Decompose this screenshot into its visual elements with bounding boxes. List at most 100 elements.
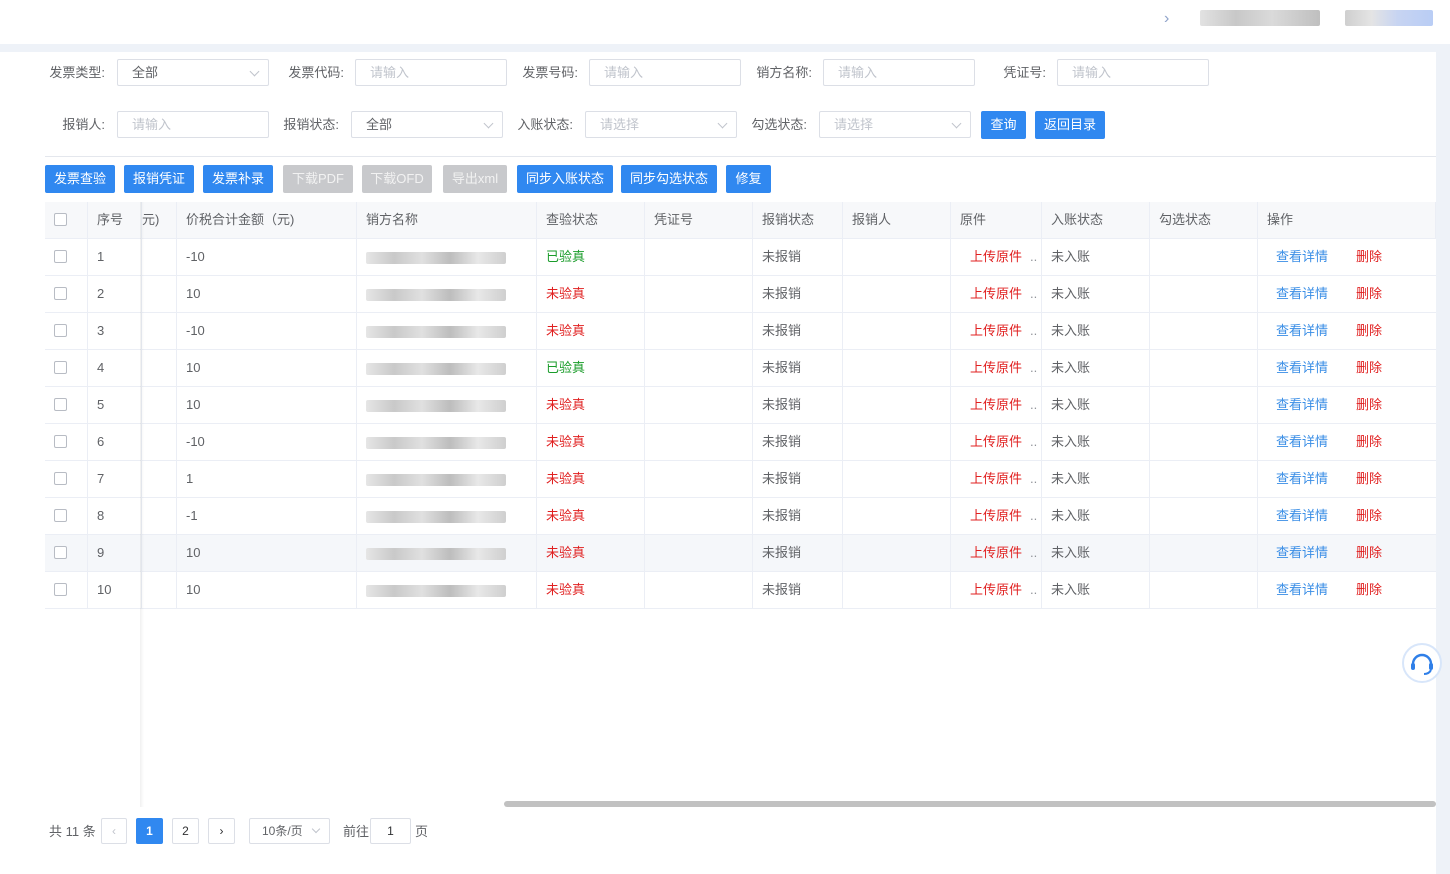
check-select-status-cell: [1150, 498, 1258, 534]
check-status-cell: 未验真: [537, 535, 645, 571]
prev-page-button[interactable]: ‹: [101, 818, 127, 844]
view-details-link[interactable]: 查看详情: [1276, 360, 1328, 375]
filter-value: 全部: [366, 117, 393, 132]
filter-select[interactable]: 请选择: [819, 111, 971, 138]
filter-select[interactable]: 全部: [117, 59, 269, 86]
filter-label: 发票号码:: [522, 65, 578, 80]
row-checkbox-cell[interactable]: [45, 387, 88, 423]
filter-input[interactable]: 请输入: [117, 111, 269, 138]
row-checkbox-cell[interactable]: [45, 535, 88, 571]
filter-input[interactable]: 请输入: [589, 59, 741, 86]
row-checkbox[interactable]: [54, 583, 67, 596]
column-header: 勾选状态: [1150, 202, 1258, 238]
delete-link[interactable]: 删除: [1356, 545, 1382, 560]
next-page-button[interactable]: ›: [208, 818, 235, 844]
page-suffix-label: 页: [415, 824, 429, 839]
amount-cell: 10: [177, 276, 357, 312]
original-file-cell: 上传原件..: [951, 535, 1042, 571]
upload-original-link[interactable]: 上传原件: [970, 397, 1022, 412]
view-details-link[interactable]: 查看详情: [1276, 397, 1328, 412]
row-checkbox[interactable]: [54, 250, 67, 263]
filter-input[interactable]: 请输入: [355, 59, 507, 86]
filter-input[interactable]: 请输入: [823, 59, 975, 86]
customer-support-button[interactable]: [1402, 643, 1442, 683]
row-checkbox-cell[interactable]: [45, 498, 88, 534]
row-checkbox[interactable]: [54, 509, 67, 522]
fixed-column-shadow: [140, 202, 144, 807]
upload-original-link[interactable]: 上传原件: [970, 508, 1022, 523]
row-checkbox-cell[interactable]: [45, 424, 88, 460]
horizontal-scrollbar-thumb[interactable]: [504, 801, 1436, 807]
toolbar-button[interactable]: 报销凭证: [124, 165, 194, 193]
view-details-link[interactable]: 查看详情: [1276, 471, 1328, 486]
delete-link[interactable]: 删除: [1356, 323, 1382, 338]
delete-link[interactable]: 删除: [1356, 508, 1382, 523]
filter-select[interactable]: 请选择: [585, 111, 737, 138]
row-checkbox[interactable]: [54, 287, 67, 300]
upload-original-link[interactable]: 上传原件: [970, 360, 1022, 375]
upload-original-link[interactable]: 上传原件: [970, 582, 1022, 597]
row-checkbox-cell[interactable]: [45, 572, 88, 608]
toolbar-button[interactable]: 修复: [726, 165, 771, 193]
view-details-link[interactable]: 查看详情: [1276, 323, 1328, 338]
row-checkbox-cell[interactable]: [45, 276, 88, 312]
delete-link[interactable]: 删除: [1356, 434, 1382, 449]
delete-link[interactable]: 删除: [1356, 249, 1382, 264]
account-status-cell: 未入账: [1042, 239, 1150, 275]
delete-link[interactable]: 删除: [1356, 582, 1382, 597]
toolbar-button[interactable]: 同步勾选状态: [621, 165, 717, 193]
row-checkbox-cell[interactable]: [45, 461, 88, 497]
select-all-cell[interactable]: [45, 202, 88, 238]
view-details-link[interactable]: 查看详情: [1276, 434, 1328, 449]
upload-original-link[interactable]: 上传原件: [970, 286, 1022, 301]
view-details-link[interactable]: 查看详情: [1276, 286, 1328, 301]
headset-icon: [1411, 653, 1433, 675]
row-checkbox-cell[interactable]: [45, 313, 88, 349]
view-details-link[interactable]: 查看详情: [1276, 249, 1328, 264]
table-row: 3 -10 未验真 未报销 上传原件.. 未入账 查看详情 删除: [45, 313, 1436, 350]
goto-page-input[interactable]: 1: [370, 818, 411, 844]
view-details-link[interactable]: 查看详情: [1276, 582, 1328, 597]
reimburse-status-cell: 未报销: [753, 535, 843, 571]
toolbar-button: 下载PDF: [283, 165, 353, 193]
toolbar-button[interactable]: 发票查验: [45, 165, 115, 193]
ellipsis: ..: [1030, 582, 1038, 597]
row-checkbox[interactable]: [54, 324, 67, 337]
row-checkbox[interactable]: [54, 398, 67, 411]
toolbar-button[interactable]: 发票补录: [203, 165, 273, 193]
row-checkbox[interactable]: [54, 472, 67, 485]
filter-select[interactable]: 全部: [351, 111, 503, 138]
delete-link[interactable]: 删除: [1356, 397, 1382, 412]
upload-original-link[interactable]: 上传原件: [970, 434, 1022, 449]
chevron-right-icon[interactable]: ›: [1164, 10, 1169, 28]
upload-original-link[interactable]: 上传原件: [970, 545, 1022, 560]
column-header: 入账状态: [1042, 202, 1150, 238]
page-size-select[interactable]: 10条/页: [249, 818, 330, 844]
row-checkbox-cell[interactable]: [45, 239, 88, 275]
reimburser-cell: [843, 535, 951, 571]
row-checkbox[interactable]: [54, 361, 67, 374]
filter-input[interactable]: 请输入: [1057, 59, 1209, 86]
seller-name-blurred: [366, 325, 506, 338]
filter-value: 请输入: [838, 65, 878, 80]
back-to-directory-button[interactable]: 返回目录: [1035, 111, 1105, 139]
select-all-checkbox[interactable]: [54, 213, 67, 226]
upload-original-link[interactable]: 上传原件: [970, 323, 1022, 338]
toolbar-button[interactable]: 同步入账状态: [517, 165, 613, 193]
reimburse-status-cell: 未报销: [753, 424, 843, 460]
delete-link[interactable]: 删除: [1356, 286, 1382, 301]
page-1-button[interactable]: 1: [136, 818, 163, 844]
hidden-column-cell: [142, 350, 177, 386]
row-checkbox[interactable]: [54, 546, 67, 559]
row-checkbox-cell[interactable]: [45, 350, 88, 386]
upload-original-link[interactable]: 上传原件: [970, 249, 1022, 264]
page-2-button[interactable]: 2: [172, 818, 199, 844]
delete-link[interactable]: 删除: [1356, 360, 1382, 375]
view-details-link[interactable]: 查看详情: [1276, 545, 1328, 560]
view-details-link[interactable]: 查看详情: [1276, 508, 1328, 523]
delete-link[interactable]: 删除: [1356, 471, 1382, 486]
row-index: 8: [88, 498, 142, 534]
row-checkbox[interactable]: [54, 435, 67, 448]
upload-original-link[interactable]: 上传原件: [970, 471, 1022, 486]
query-button[interactable]: 查询: [981, 111, 1026, 139]
